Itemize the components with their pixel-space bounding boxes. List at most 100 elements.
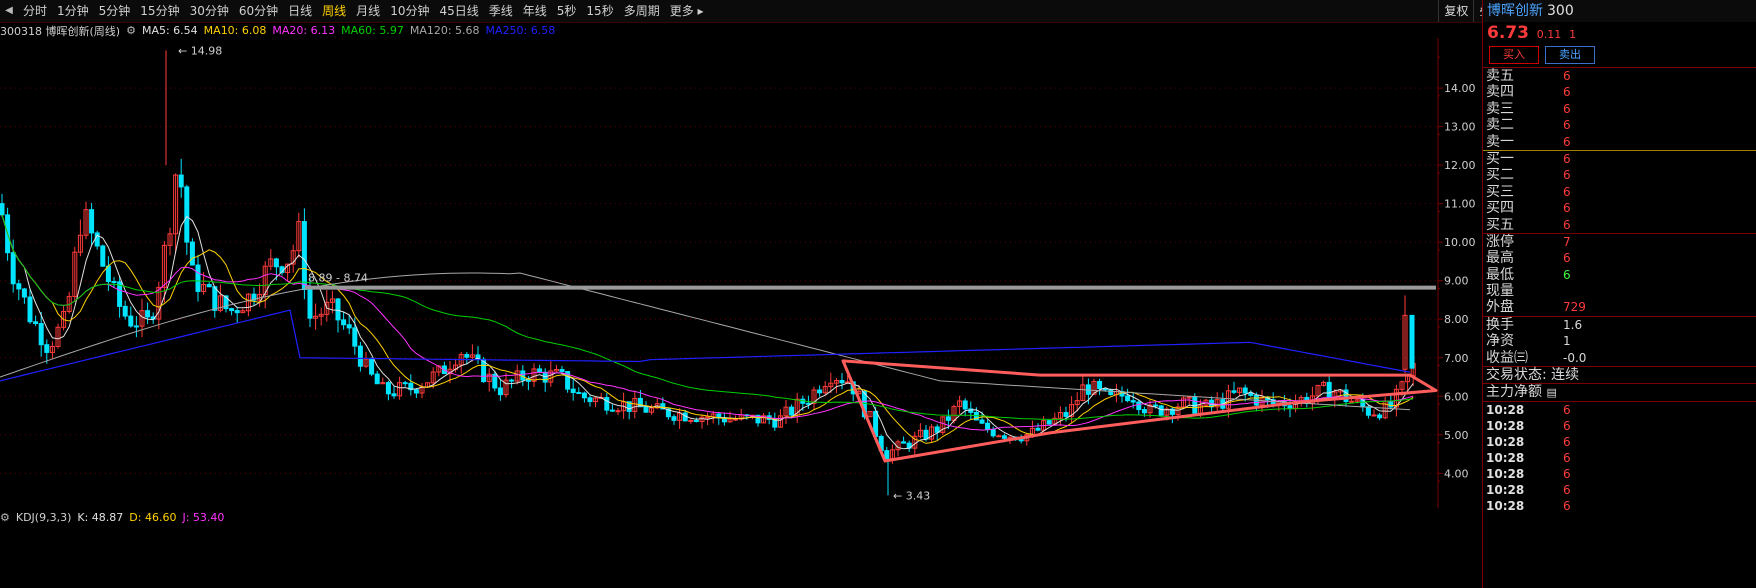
ticks-value: 6 (1563, 498, 1571, 513)
candle-body (385, 382, 391, 395)
asks-label: 卖五 (1486, 68, 1514, 84)
candle-body (570, 388, 576, 394)
scroll-left-arrow-icon[interactable]: ◀ (0, 0, 18, 22)
ticks-label: 10:28 (1486, 434, 1525, 449)
low-price-label: ← 3.43 (893, 489, 930, 502)
candle-body (1001, 435, 1007, 439)
ticks-label: 10:28 (1486, 402, 1525, 417)
candle-body (27, 296, 33, 323)
stock-title: 300318 博晖创新(周线) (0, 24, 121, 38)
candle-body (464, 354, 470, 358)
kdj-settings-icon[interactable]: ⚙ (0, 511, 10, 524)
price-tick-label: 9.00 (1444, 275, 1469, 288)
candle-body (1125, 395, 1131, 402)
kline-chart[interactable]: ← 14.98← 3.438.89 - 8.74◇ 14.0013.0012.0… (0, 38, 1482, 508)
candle-body (10, 252, 16, 285)
candle-body (1018, 439, 1024, 442)
price-change-pct: 1 (1569, 28, 1577, 41)
candle-body (985, 422, 991, 431)
toolbar-button-0[interactable]: 复权 (1438, 0, 1473, 22)
tab-6[interactable]: 日线 (283, 0, 317, 22)
price-tick-label: 13.00 (1444, 121, 1476, 134)
candle-body (525, 379, 531, 382)
ticks-value: 6 (1563, 450, 1571, 465)
bid-levels: 买一 6 买二 6 买三 6 买四 6 买五 6 (1483, 151, 1756, 233)
tab-2[interactable]: 5分钟 (94, 0, 136, 22)
ticks-row: 10:28 6 (1483, 450, 1756, 466)
settings-icon[interactable]: ⚙ (126, 24, 136, 37)
ticks-label: 10:28 (1486, 450, 1525, 465)
candle-body (374, 373, 380, 385)
candle-body (111, 281, 117, 284)
bids-label: 买一 (1486, 150, 1514, 167)
tab-4[interactable]: 30分钟 (185, 0, 234, 22)
asks-value: 6 (1563, 101, 1571, 116)
candle-body (184, 186, 190, 243)
tab-3[interactable]: 15分钟 (135, 0, 184, 22)
candles (0, 50, 1416, 496)
candle-body (206, 284, 212, 288)
ma120-line (0, 272, 1411, 411)
tab-10[interactable]: 45日线 (434, 0, 483, 22)
bids-label: 买四 (1486, 200, 1514, 217)
asks-value: 6 (1563, 85, 1571, 100)
ticks-value: 6 (1563, 466, 1571, 481)
candle-body (1388, 400, 1394, 408)
bids-value: 6 (1563, 151, 1571, 166)
candle-body (133, 325, 139, 328)
tab-13[interactable]: 5秒 (552, 0, 582, 22)
candle-body (346, 324, 352, 329)
candle-body (1035, 427, 1041, 431)
tab-1[interactable]: 1分钟 (52, 0, 94, 22)
ma250-label: MA250: 6.58 (485, 24, 556, 37)
asks-row: 卖二 6 (1483, 117, 1756, 133)
candle-body (962, 400, 968, 410)
kdj-j: J: 53.40 (182, 510, 225, 524)
trade-buttons: 买入 卖出 (1483, 46, 1756, 64)
stats2-label: 换手 (1486, 316, 1514, 333)
candle-body (1349, 400, 1355, 403)
candle-body (301, 221, 307, 291)
tab-16[interactable]: 更多 ▸ (665, 0, 709, 22)
tab-0[interactable]: 分时 (18, 0, 52, 22)
sell-button[interactable]: 卖出 (1545, 46, 1595, 64)
tab-12[interactable]: 年线 (518, 0, 552, 22)
candle-body (1108, 389, 1114, 396)
price-grid (0, 38, 1439, 508)
candle-body (1158, 405, 1164, 416)
quote-name: 博晖创新 (1487, 3, 1543, 19)
tab-8[interactable]: 月线 (351, 0, 385, 22)
candle-body (0, 203, 5, 216)
tab-7[interactable]: 周线 (317, 0, 351, 22)
ticks-value: 6 (1563, 482, 1571, 497)
candle-body (1186, 396, 1192, 399)
kdj-title: KDJ(9,3,3) (15, 510, 72, 524)
net-flow-icon[interactable]: ▤ (1546, 386, 1556, 399)
ticks-row: 10:28 6 (1483, 466, 1756, 482)
candle-body (178, 174, 184, 188)
tab-5[interactable]: 60分钟 (234, 0, 283, 22)
price-tick-label: 14.00 (1444, 82, 1476, 95)
candle-body (195, 264, 201, 292)
stats1-row: 最高 6 (1483, 250, 1756, 266)
candle-body (979, 419, 985, 424)
candle-body (705, 416, 711, 419)
tab-15[interactable]: 多周期 (619, 0, 665, 22)
stats1-label: 涨停 (1486, 233, 1514, 250)
price-change: 0.11 (1536, 28, 1562, 41)
candle-body (923, 429, 929, 440)
tab-9[interactable]: 10分钟 (385, 0, 434, 22)
last-price: 6.73 (1487, 23, 1529, 43)
candle-body (901, 441, 907, 444)
ma5-label: MA5: 6.54 (141, 24, 198, 37)
level-label: 8.89 - 8.74 (308, 272, 368, 285)
bids-row: 买四 6 (1483, 200, 1756, 216)
buy-button[interactable]: 买入 (1489, 46, 1539, 64)
ma120-label: MA120: 5.68 (409, 24, 480, 37)
net-flow[interactable]: 主力净额 ▤ (1483, 384, 1756, 400)
price-axis: 14.00 13.00 12.00 11.00 10.00 9.00 8.00 7.00 6.0… (1438, 56, 1476, 482)
resistance-line (305, 285, 1436, 290)
tab-11[interactable]: 季线 (484, 0, 518, 22)
tab-14[interactable]: 15秒 (581, 0, 618, 22)
bids-label: 买五 (1486, 216, 1514, 233)
